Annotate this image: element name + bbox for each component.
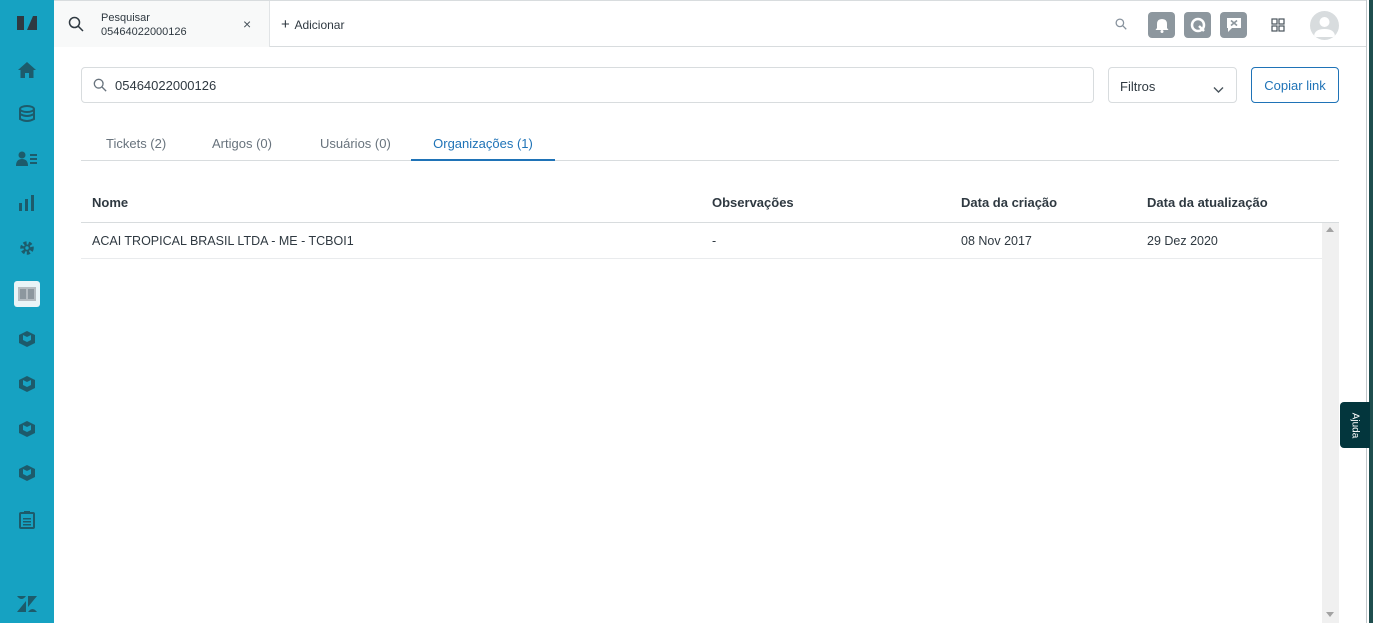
app-box-icon[interactable] (14, 460, 40, 486)
home-icon[interactable] (14, 57, 40, 83)
zendesk-z-icon[interactable] (14, 591, 40, 617)
search-icon (93, 78, 107, 97)
help-label: Ajuda (1349, 412, 1361, 438)
plus-icon: + (281, 16, 290, 33)
product-tray-icon[interactable] (1271, 18, 1285, 37)
org-updated-cell: 29 Dez 2020 (1147, 234, 1218, 248)
column-header-created[interactable]: Data da criação (961, 195, 1057, 210)
org-created-cell: 08 Nov 2017 (961, 234, 1032, 248)
zendesk-logo-icon[interactable] (14, 10, 40, 36)
app-box-icon[interactable] (14, 371, 40, 397)
scroll-down-arrow-icon[interactable] (1326, 612, 1334, 617)
filters-label: Filtros (1120, 79, 1156, 94)
left-sidebar (0, 0, 54, 623)
org-name-cell[interactable]: ACAI TROPICAL BRASIL LTDA - ME - TCBOI1 (92, 234, 354, 248)
search-input[interactable]: 05464022000126 (81, 67, 1094, 103)
table-scrollbar[interactable] (1322, 223, 1339, 623)
tab-users[interactable]: Usuários (0) (320, 136, 391, 161)
column-header-name[interactable]: Nome (92, 195, 128, 210)
tab-tickets[interactable]: Tickets (2) (106, 136, 166, 161)
tab-organizations[interactable]: Organizações (1) (411, 136, 555, 161)
views-icon[interactable] (14, 101, 40, 127)
customers-icon[interactable] (14, 146, 40, 172)
app-box-icon[interactable] (14, 326, 40, 352)
top-bar: Pesquisar 05464022000126 × + Adicionar (54, 0, 1366, 47)
help-button[interactable]: Ajuda (1340, 402, 1370, 448)
knowledge-icon[interactable] (14, 281, 40, 307)
column-header-updated[interactable]: Data da atualização (1147, 195, 1268, 210)
column-header-notes[interactable]: Observações (712, 195, 794, 210)
close-tab-button[interactable]: × (243, 16, 251, 32)
scroll-up-arrow-icon[interactable] (1326, 227, 1334, 232)
search-tab-title: Pesquisar (101, 12, 150, 24)
clipboard-icon[interactable] (14, 507, 40, 533)
conversations-icon[interactable] (1220, 12, 1247, 38)
chevron-down-icon (1213, 81, 1224, 99)
add-tab-button[interactable]: + Adicionar (281, 16, 344, 33)
org-notes-cell: - (712, 234, 717, 248)
result-tabs: Tickets (2) Artigos (0) Usuários (0) Org… (81, 128, 1339, 161)
reporting-icon[interactable] (14, 190, 40, 216)
app-box-icon[interactable] (14, 416, 40, 442)
table-header: Nome Observações Data da criação Data da… (81, 183, 1339, 223)
search-icon (68, 16, 84, 37)
admin-gear-icon[interactable] (14, 235, 40, 261)
avatar[interactable] (1310, 11, 1339, 40)
search-input-value: 05464022000126 (115, 78, 217, 93)
notifications-bell-icon[interactable] (1148, 12, 1175, 38)
right-edge-strip (1369, 0, 1373, 623)
table-row[interactable]: ACAI TROPICAL BRASIL LTDA - ME - TCBOI1 … (81, 223, 1322, 259)
search-tab[interactable]: Pesquisar 05464022000126 × (54, 1, 270, 47)
add-tab-label: Adicionar (294, 18, 345, 32)
copy-link-button[interactable]: Copiar link (1251, 67, 1339, 103)
tab-articles[interactable]: Artigos (0) (212, 136, 272, 161)
search-icon[interactable] (1115, 17, 1127, 35)
filters-dropdown[interactable]: Filtros (1108, 67, 1237, 103)
chat-q-icon[interactable] (1184, 12, 1211, 38)
search-tab-subtitle: 05464022000126 (101, 26, 187, 38)
